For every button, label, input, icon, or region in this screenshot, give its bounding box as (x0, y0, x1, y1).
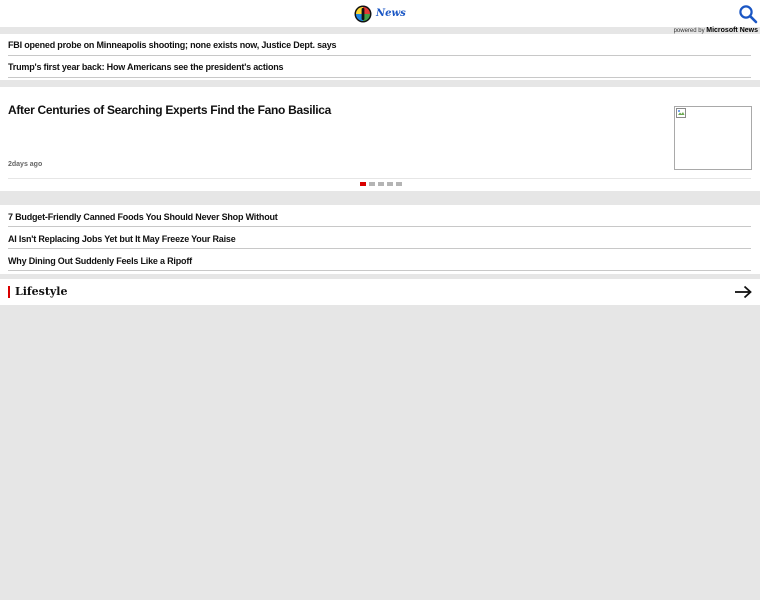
featured-story[interactable]: After Centuries of Searching Experts Fin… (0, 87, 760, 191)
top-headlines-list: FBI opened probe on Minneapolis shooting… (0, 34, 760, 80)
headline-link[interactable]: Trump's first year back: How Americans s… (8, 62, 284, 72)
section-title[interactable]: Lifestyle (15, 285, 68, 298)
featured-image[interactable] (674, 106, 752, 170)
carousel-dot[interactable] (378, 182, 384, 186)
carousel-dot[interactable] (396, 182, 402, 186)
headline-row[interactable]: FBI opened probe on Minneapolis shooting… (8, 34, 751, 56)
headline-link[interactable]: 7 Budget-Friendly Canned Foods You Shoul… (8, 212, 278, 222)
app-logo-text[interactable]: News (376, 8, 406, 19)
section-accent-bar (8, 286, 10, 298)
featured-divider (8, 178, 751, 179)
carousel-dot[interactable] (360, 182, 366, 186)
headline-row[interactable]: Trump's first year back: How Americans s… (8, 56, 751, 78)
app-logo-icon[interactable] (354, 5, 372, 23)
powered-by-brand: Microsoft News (706, 27, 758, 34)
headline-row[interactable]: Why Dining Out Suddenly Feels Like a Rip… (8, 249, 751, 271)
broken-image-icon (676, 108, 686, 118)
headline-row[interactable]: 7 Budget-Friendly Canned Foods You Shoul… (8, 205, 751, 227)
featured-timestamp: 2days ago (8, 161, 43, 168)
headline-link[interactable]: FBI opened probe on Minneapolis shooting… (8, 40, 337, 50)
carousel-dot[interactable] (387, 182, 393, 186)
more-headlines-list: 7 Budget-Friendly Canned Foods You Shoul… (0, 205, 760, 274)
section-header-lifestyle[interactable]: Lifestyle (0, 279, 760, 305)
arrow-right-icon[interactable] (734, 285, 752, 299)
featured-title[interactable]: After Centuries of Searching Experts Fin… (8, 103, 331, 117)
headline-link[interactable]: Why Dining Out Suddenly Feels Like a Rip… (8, 256, 192, 266)
headline-link[interactable]: AI Isn't Replacing Jobs Yet but It May F… (8, 234, 236, 244)
headline-row[interactable]: AI Isn't Replacing Jobs Yet but It May F… (8, 227, 751, 249)
carousel-dot[interactable] (369, 182, 375, 186)
search-icon[interactable] (738, 4, 758, 24)
app-header: News (0, 0, 760, 27)
